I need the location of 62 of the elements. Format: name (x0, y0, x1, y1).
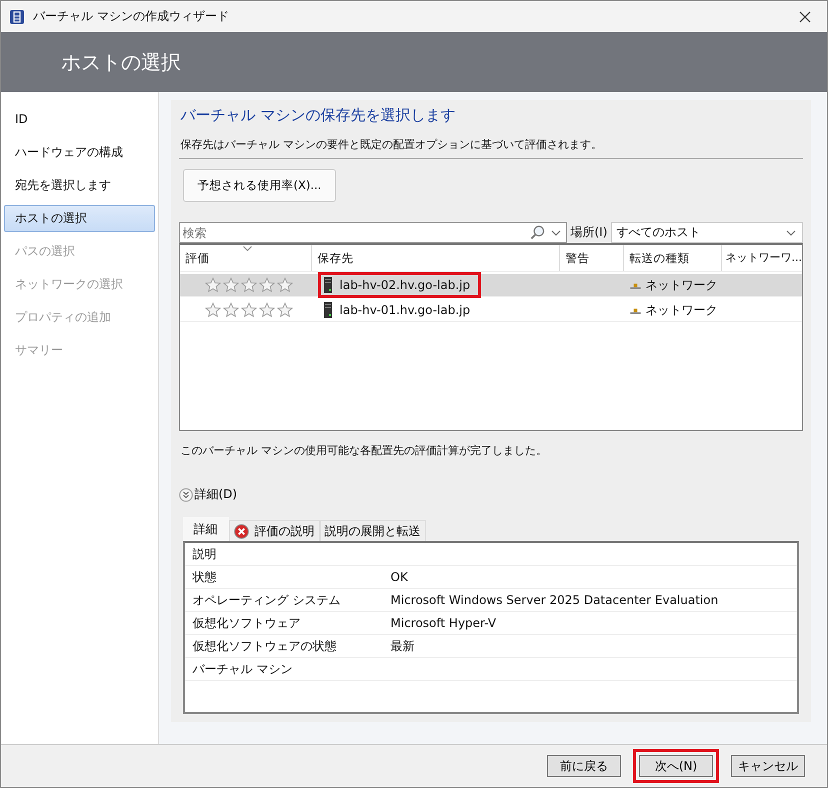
star-icon (240, 277, 256, 293)
footer-button[interactable]: 次へ(N) (639, 755, 713, 777)
app-icon (9, 8, 25, 24)
table-cell: ネットワーク (646, 276, 718, 294)
property-label: 仮想化ソフトウェア (192, 614, 302, 632)
network-icon (630, 282, 640, 288)
search-icon (530, 225, 544, 240)
location-label: 場所(I) (570, 224, 608, 241)
sidebar-item[interactable]: ハードウェアの構成 (4, 139, 154, 166)
status-message: このバーチャル マシンの使用可能な各配置先の評価計算が完了しました。 (180, 443, 548, 458)
star-icon (222, 302, 238, 318)
star-icon (258, 277, 274, 293)
property-label: バーチャル マシン (192, 660, 294, 678)
footer-button[interactable]: 前に戻る (547, 755, 621, 777)
server-icon (324, 302, 332, 318)
star-icon (204, 302, 220, 318)
network-icon (630, 306, 640, 314)
star-icon (222, 277, 238, 293)
chevron-down-icon (786, 230, 796, 236)
table-cell: lab-hv-02.hv.go-lab.jp (318, 272, 482, 298)
property-value: Microsoft Windows Server 2025 Datacenter Evaluation (390, 593, 718, 607)
window-title: バーチャル マシンの作成ウィザード (33, 8, 230, 25)
table-cell: lab-hv-01.hv.go-lab.jp (318, 297, 482, 323)
column-header[interactable]: 保存先 (312, 245, 560, 271)
tab[interactable]: 説明の展開と転送 (320, 520, 426, 541)
footer-button[interactable]: キャンセル (731, 755, 805, 777)
property-value: OK (390, 570, 408, 584)
table-row[interactable]: lab-hv-01.hv.go-lab.jp ネットワーク (180, 299, 802, 322)
property-value: Microsoft Hyper-V (390, 616, 496, 630)
tab[interactable]: 評価の説明 (228, 520, 320, 541)
table-cell: ネットワーク (646, 302, 718, 318)
description-text: 保存先はバーチャル マシンの要件と既定の配置オプションに基づいて評価されます。 (178, 137, 803, 159)
error-icon (234, 524, 248, 538)
star-icon (276, 277, 292, 293)
property-value: 最新 (390, 638, 414, 654)
property-label: 説明 (192, 546, 218, 562)
star-icon (276, 302, 292, 318)
property-label: 仮想化ソフトウェアの状態 (192, 638, 338, 654)
column-header[interactable]: 転送の種類 (624, 245, 722, 271)
close-icon (799, 10, 811, 22)
column-header[interactable]: ネットワーワ... (722, 245, 802, 271)
details-toggle[interactable]: 詳細(D) (178, 486, 238, 503)
sidebar-item[interactable]: ID (4, 106, 154, 133)
table-row[interactable]: lab-hv-02.hv.go-lab.jp ネットワーク (180, 274, 802, 297)
column-header[interactable]: 警告 (560, 245, 624, 271)
tab[interactable]: 詳細 (182, 517, 228, 541)
column-header[interactable]: 評価 (180, 245, 312, 271)
search-field[interactable]: 検索 (178, 222, 566, 243)
property-label: 状態 (192, 568, 218, 586)
star-icon (204, 277, 220, 293)
sidebar-item[interactable]: 宛先を選択します (4, 172, 154, 199)
location-dropdown[interactable]: すべてのホスト (611, 222, 803, 243)
usage-button[interactable]: 予想される使用率(X)... (182, 169, 336, 202)
star-icon (240, 302, 256, 318)
chevron-down-icon (550, 230, 560, 236)
property-label: オペレーティング システム (192, 592, 342, 608)
page-title: ホストの選択 (61, 48, 181, 76)
section-heading: バーチャル マシンの保存先を選択します (180, 106, 456, 125)
star-icon (258, 302, 274, 318)
server-icon (324, 277, 332, 293)
expand-icon (178, 488, 192, 502)
sidebar-item[interactable]: ホストの選択 (4, 205, 154, 232)
